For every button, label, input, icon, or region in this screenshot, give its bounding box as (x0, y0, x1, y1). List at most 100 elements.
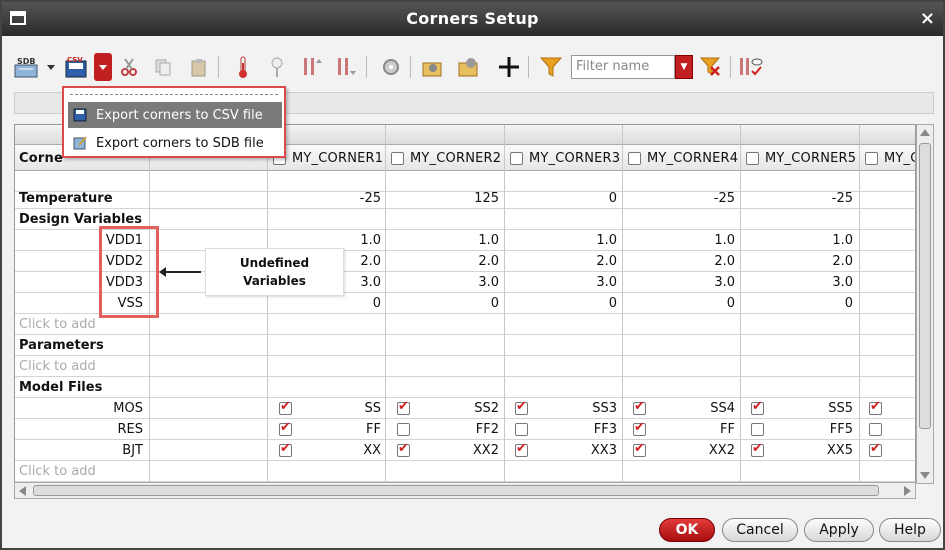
csv-icon[interactable]: CSV (62, 53, 90, 81)
vertical-scrollbar[interactable] (916, 124, 934, 484)
model-file-checkbox[interactable] (397, 423, 410, 436)
model-file-section[interactable]: XX (297, 440, 381, 461)
design-var-value[interactable]: 0 (505, 293, 617, 314)
model-file-section[interactable]: FF5 (769, 419, 853, 440)
close-icon[interactable]: × (920, 8, 935, 29)
filter-name-input[interactable]: Filter name (571, 55, 675, 79)
design-var-value[interactable]: 3.0 (623, 272, 735, 293)
filter-icon[interactable] (538, 53, 564, 81)
model-file-checkbox[interactable] (869, 441, 882, 457)
scroll-thumb[interactable] (33, 485, 879, 496)
design-var-value[interactable]: 3.0 (741, 272, 853, 293)
model-file-section[interactable]: FF (297, 419, 381, 440)
paste-icon[interactable] (186, 53, 212, 81)
model-file-checkbox[interactable] (869, 423, 882, 436)
header-corner[interactable]: MY_CORNER1 (273, 145, 389, 171)
model-file-section[interactable]: FF2 (415, 419, 499, 440)
design-var-value[interactable]: 2.0 (387, 251, 499, 272)
click-to-add-parameter[interactable]: Click to add (19, 356, 147, 377)
temperature-value[interactable]: 125 (387, 188, 499, 209)
corner-checkbox[interactable] (865, 151, 878, 165)
corner-checkbox[interactable] (628, 151, 641, 165)
horizontal-scrollbar[interactable] (14, 482, 916, 499)
design-var-value[interactable]: 1.0 (387, 230, 499, 251)
design-var-value[interactable]: 2.0 (741, 251, 853, 272)
export-sdb-menu-item[interactable]: Export corners to SDB file (68, 130, 282, 156)
model-file-section[interactable]: XX5 (769, 440, 853, 461)
help-button[interactable]: Help (879, 518, 941, 542)
model-file-section[interactable]: XX2 (651, 440, 735, 461)
save-icon[interactable] (456, 53, 482, 81)
csv-dropdown-icon[interactable] (94, 53, 112, 81)
model-file-name[interactable]: MOS (19, 398, 143, 419)
cancel-button[interactable]: Cancel (722, 518, 798, 542)
model-file-checkbox[interactable] (633, 420, 646, 436)
model-file-section[interactable]: FF (651, 419, 735, 440)
model-file-section[interactable]: SS3 (533, 398, 617, 419)
apply-button[interactable]: Apply (804, 518, 874, 542)
header-corner[interactable]: MY_C (865, 145, 915, 171)
model-file-checkbox[interactable] (633, 441, 646, 457)
model-file-checkbox[interactable] (751, 423, 764, 436)
model-file-checkbox[interactable] (279, 420, 292, 436)
header-corner[interactable]: MY_CORNER2 (391, 145, 507, 171)
ok-button[interactable]: OK (659, 518, 715, 542)
scroll-left-icon[interactable] (19, 486, 26, 496)
export-csv-menu-item[interactable]: Export corners to CSV file (68, 102, 282, 128)
settings-icon[interactable] (378, 53, 404, 81)
model-file-section[interactable]: FF3 (533, 419, 617, 440)
model-file-checkbox[interactable] (751, 399, 764, 415)
corner-checkbox[interactable] (510, 151, 523, 165)
scroll-down-icon[interactable] (920, 472, 930, 479)
header-corner[interactable]: MY_CORNER5 (746, 145, 862, 171)
clear-filter-icon[interactable] (698, 53, 724, 81)
model-file-checkbox[interactable] (279, 399, 292, 415)
header-corner[interactable]: MY_CORNER3 (510, 145, 626, 171)
model-file-checkbox[interactable] (869, 399, 882, 415)
design-var-value[interactable]: 3.0 (505, 272, 617, 293)
corner-checkbox[interactable] (746, 151, 759, 165)
model-file-checkbox[interactable] (633, 399, 646, 415)
temperature-value[interactable]: -25 (623, 188, 735, 209)
model-file-checkbox[interactable] (515, 399, 528, 415)
model-file-checkbox[interactable] (397, 441, 410, 457)
add-icon[interactable] (496, 53, 522, 81)
design-var-value[interactable]: 2.0 (505, 251, 617, 272)
model-file-checkbox[interactable] (279, 441, 292, 457)
model-file-name[interactable]: BJT (19, 440, 143, 461)
click-to-add-model-file[interactable]: Click to add (19, 461, 147, 482)
temperature-value[interactable]: 0 (505, 188, 617, 209)
load-icon[interactable] (420, 53, 446, 81)
sdb-icon[interactable]: SDB (12, 53, 44, 81)
design-var-value[interactable]: 1.0 (505, 230, 617, 251)
model-file-section[interactable]: SS5 (769, 398, 853, 419)
design-var-value[interactable]: 0 (741, 293, 853, 314)
scroll-right-icon[interactable] (904, 486, 911, 496)
pin-icon[interactable] (264, 53, 290, 81)
model-file-checkbox[interactable] (515, 441, 528, 457)
variables-icon[interactable] (300, 53, 326, 81)
design-var-value[interactable]: 2.0 (623, 251, 735, 272)
model-file-checkbox[interactable] (751, 441, 764, 457)
cut-icon[interactable] (116, 53, 142, 81)
model-file-section[interactable]: SS2 (415, 398, 499, 419)
design-var-value[interactable]: 1.0 (741, 230, 853, 251)
model-file-checkbox[interactable] (397, 399, 410, 415)
show-hide-icon[interactable] (738, 53, 764, 81)
sdb-dropdown-icon[interactable] (44, 53, 58, 81)
header-corner[interactable]: MY_CORNER4 (628, 145, 744, 171)
design-var-value[interactable]: 0 (623, 293, 735, 314)
model-file-checkbox[interactable] (515, 423, 528, 436)
scroll-thumb[interactable] (919, 143, 931, 429)
design-var-value[interactable]: 3.0 (387, 272, 499, 293)
temperature-value[interactable]: -25 (741, 188, 853, 209)
model-file-section[interactable]: SS4 (651, 398, 735, 419)
model-file-section[interactable]: SS (297, 398, 381, 419)
design-var-value[interactable]: 0 (387, 293, 499, 314)
thermometer-icon[interactable] (230, 53, 256, 81)
model-file-name[interactable]: RES (19, 419, 144, 440)
corner-checkbox[interactable] (391, 151, 404, 165)
model-file-section[interactable]: XX2 (415, 440, 499, 461)
design-var-value[interactable]: 1.0 (623, 230, 735, 251)
scroll-up-icon[interactable] (920, 129, 930, 136)
